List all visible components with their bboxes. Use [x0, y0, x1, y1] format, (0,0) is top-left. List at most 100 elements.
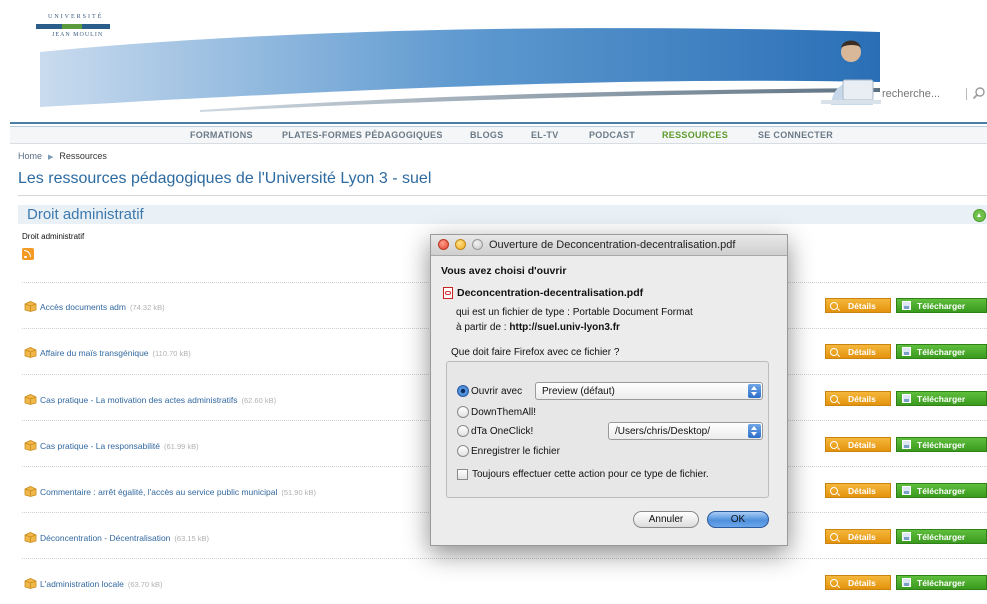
- resource-size: (74.32 kB): [129, 303, 165, 312]
- details-button[interactable]: Détails: [825, 391, 891, 406]
- details-button[interactable]: Détails: [825, 483, 891, 498]
- download-button[interactable]: Télécharger: [896, 529, 987, 544]
- always-do-label[interactable]: Toujours effectuer cette action pour ce …: [472, 469, 709, 480]
- search-divider: [966, 88, 967, 100]
- open-with-label[interactable]: Ouvrir avec: [471, 386, 522, 397]
- details-button[interactable]: Détails: [825, 437, 891, 452]
- download-button[interactable]: Télécharger: [896, 391, 987, 406]
- magnifier-icon: [830, 395, 838, 403]
- package-icon: [24, 486, 37, 497]
- dta-path-select[interactable]: /Users/chris/Desktop/: [608, 422, 763, 440]
- ok-button[interactable]: OK: [707, 511, 769, 528]
- save-file-label[interactable]: Enregistrer le fichier: [471, 446, 560, 457]
- download-button[interactable]: Télécharger: [896, 344, 987, 359]
- dialog-title: Ouverture de Deconcentration-decentralis…: [489, 239, 736, 251]
- package-icon: [24, 301, 37, 312]
- zoom-window-icon[interactable]: [472, 239, 483, 250]
- nav-item-formations[interactable]: FORMATIONS: [190, 130, 253, 140]
- dta-path-value: /Users/chris/Desktop/: [615, 426, 711, 437]
- dta-oneclick-radio[interactable]: [457, 425, 469, 437]
- search-icon[interactable]: [972, 86, 986, 100]
- breadcrumb: Home ▶ Ressources: [18, 151, 107, 161]
- select-arrows-icon: [748, 384, 761, 398]
- section-title: Droit administratif: [27, 206, 144, 223]
- details-button[interactable]: Détails: [825, 298, 891, 313]
- header-banner: UNIVERSITÉ JEAN MOULIN: [10, 0, 987, 120]
- select-arrows-icon: [748, 424, 761, 438]
- downthemall-radio[interactable]: [457, 406, 469, 418]
- rss-icon[interactable]: [22, 248, 34, 260]
- package-icon: [24, 440, 37, 451]
- magnifier-icon: [830, 533, 838, 541]
- download-button[interactable]: Télécharger: [896, 483, 987, 498]
- resource-title[interactable]: L'administration locale (63.70 kB): [40, 579, 162, 589]
- main-nav: FORMATIONS PLATES-FORMES PÉDAGOGIQUES BL…: [10, 127, 987, 144]
- package-icon: [24, 532, 37, 543]
- collapse-icon[interactable]: [973, 209, 986, 222]
- open-file-dialog: Ouverture de Deconcentration-decentralis…: [430, 234, 788, 546]
- nav-item-blogs[interactable]: BLOGS: [470, 130, 504, 140]
- open-with-select[interactable]: Preview (défaut): [535, 382, 763, 400]
- student-photo: [821, 40, 881, 105]
- resource-size: (110.70 kB): [152, 349, 191, 358]
- pdf-file-icon: [443, 287, 453, 299]
- downthemall-label[interactable]: DownThemAll!: [471, 407, 536, 418]
- nav-item-podcast[interactable]: PODCAST: [589, 130, 635, 140]
- always-do-checkbox[interactable]: [457, 469, 468, 480]
- breadcrumb-home[interactable]: Home: [18, 151, 42, 161]
- floppy-icon: [902, 347, 911, 356]
- download-button[interactable]: Télécharger: [896, 575, 987, 590]
- resource-title[interactable]: Cas pratique - La responsabilité (61.99 k…: [40, 441, 199, 451]
- resource-size: (63.15 kB): [174, 534, 210, 543]
- list-item: L'administration locale (63.70 kB) Détail…: [18, 558, 987, 604]
- magnifier-icon: [830, 441, 838, 449]
- save-file-radio[interactable]: [457, 445, 469, 457]
- section-header: [18, 205, 987, 224]
- search-input[interactable]: [880, 85, 964, 103]
- resource-title[interactable]: Commentaire : arrêt égalité, l'accès au …: [40, 487, 316, 497]
- magnifier-icon: [830, 348, 838, 356]
- dialog-options-group: Ouvrir avec Preview (défaut) DownThemAll…: [446, 361, 769, 498]
- nav-item-plates-formes[interactable]: PLATES-FORMES PÉDAGOGIQUES: [282, 130, 443, 140]
- magnifier-icon: [830, 487, 838, 495]
- download-button[interactable]: Télécharger: [896, 298, 987, 313]
- dialog-source-url: http://suel.univ-lyon3.fr: [509, 322, 620, 333]
- close-window-icon[interactable]: [438, 239, 449, 250]
- minimize-window-icon[interactable]: [455, 239, 466, 250]
- package-icon: [24, 394, 37, 405]
- nav-item-se-connecter[interactable]: SE CONNECTER: [758, 130, 833, 140]
- nav-top-border: [10, 122, 987, 124]
- resource-title[interactable]: Affaire du maïs transgénique (110.70 kB): [40, 348, 191, 358]
- resource-title[interactable]: Accès documents adm (74.32 kB): [40, 302, 165, 312]
- open-with-app-value: Preview (défaut): [542, 386, 615, 397]
- resource-size: (61.99 kB): [164, 442, 199, 451]
- dialog-source: à partir de : http://suel.univ-lyon3.fr: [456, 322, 620, 333]
- floppy-icon: [902, 532, 911, 541]
- resource-title[interactable]: Déconcentration - Décentralisation (63.15…: [40, 533, 209, 543]
- resource-title[interactable]: Cas pratique - La motivation des actes a…: [40, 395, 276, 405]
- dialog-heading: Vous avez choisi d'ouvrir: [441, 265, 567, 277]
- download-button[interactable]: Télécharger: [896, 437, 987, 452]
- section-subtitle: Droit administratif: [22, 232, 85, 241]
- magnifier-icon: [830, 302, 838, 310]
- details-button[interactable]: Détails: [825, 344, 891, 359]
- floppy-icon: [902, 486, 911, 495]
- floppy-icon: [902, 440, 911, 449]
- details-button[interactable]: Détails: [825, 575, 891, 590]
- package-icon: [24, 578, 37, 589]
- resource-size: (62.60 kB): [241, 396, 277, 405]
- dialog-question: Que doit faire Firefox avec ce fichier ?: [451, 347, 620, 358]
- nav-item-ressources[interactable]: RESSOURCES: [662, 130, 728, 140]
- nav-item-el-tv[interactable]: EL-TV: [531, 130, 559, 140]
- banner-swoosh: [40, 28, 880, 112]
- floppy-icon: [902, 301, 911, 310]
- floppy-icon: [902, 578, 911, 587]
- cancel-button[interactable]: Annuler: [633, 511, 699, 528]
- open-with-radio[interactable]: [457, 385, 469, 397]
- breadcrumb-arrow-icon: ▶: [48, 154, 54, 161]
- dialog-titlebar[interactable]: Ouverture de Deconcentration-decentralis…: [431, 235, 787, 256]
- resource-size: (63.70 kB): [127, 580, 163, 589]
- dialog-file-type: qui est un fichier de type : Portable Do…: [456, 307, 693, 318]
- details-button[interactable]: Détails: [825, 529, 891, 544]
- dta-oneclick-label[interactable]: dTa OneClick!: [471, 426, 533, 437]
